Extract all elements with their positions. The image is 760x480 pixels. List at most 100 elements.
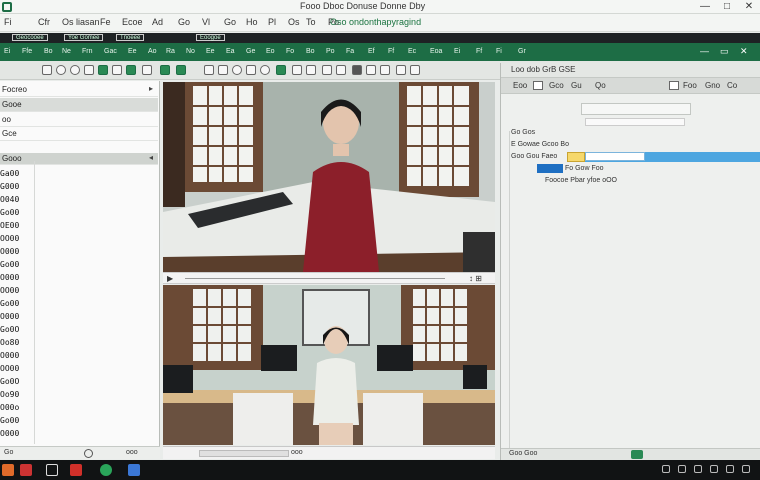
- panel-slider[interactable]: [585, 118, 685, 126]
- ribbon-item[interactable]: Eo: [264, 46, 277, 58]
- video-preview-bottom[interactable]: [163, 285, 495, 445]
- row-number[interactable]: OO00: [0, 362, 34, 375]
- play-icon[interactable]: ▶: [167, 274, 173, 283]
- menu-item[interactable]: Ho: [246, 17, 258, 27]
- ribbon-minimize-icon[interactable]: —: [700, 46, 709, 56]
- redo-icon[interactable]: [380, 65, 390, 75]
- save-icon[interactable]: [70, 65, 80, 75]
- ribbon-item[interactable]: Ei: [2, 46, 12, 58]
- layer-icon[interactable]: [176, 65, 186, 75]
- ribbon-item[interactable]: Ne: [60, 46, 73, 58]
- row-number[interactable]: Go0O: [0, 323, 34, 336]
- pen-icon[interactable]: [218, 65, 228, 75]
- eraser-icon[interactable]: [292, 65, 302, 75]
- chat-icon[interactable]: [100, 464, 112, 476]
- tab[interactable]: Geocooee: [12, 34, 48, 41]
- row-number[interactable]: O000: [0, 310, 34, 323]
- cut-icon[interactable]: [142, 65, 152, 75]
- panel-tool[interactable]: Qo: [595, 81, 606, 90]
- doc-icon[interactable]: [128, 464, 140, 476]
- close-button[interactable]: ✕: [738, 0, 760, 14]
- tray-icon[interactable]: [726, 465, 734, 473]
- ribbon-item[interactable]: Ff: [474, 46, 484, 58]
- ribbon-item[interactable]: Fo: [284, 46, 296, 58]
- tab[interactable]: Tnoeee: [116, 34, 145, 41]
- row-number[interactable]: Oo80: [0, 336, 34, 349]
- panel-tool[interactable]: Foo: [683, 81, 697, 90]
- menu-item[interactable]: Go: [224, 17, 236, 27]
- folder-icon[interactable]: [20, 464, 32, 476]
- menu-item[interactable]: Vl: [202, 17, 210, 27]
- resize-icon[interactable]: ↕ ⊞: [469, 274, 482, 283]
- panel-collapse-icon[interactable]: ▸: [144, 84, 158, 96]
- panel-row[interactable]: Focreo: [0, 83, 158, 97]
- ribbon-item[interactable]: Ff: [386, 46, 396, 58]
- ribbon-item[interactable]: Ei: [452, 46, 462, 58]
- grid-icon[interactable]: [336, 65, 346, 75]
- row-number[interactable]: Oo90: [0, 388, 34, 401]
- stop-icon[interactable]: [112, 65, 122, 75]
- panel-tool[interactable]: Co: [727, 81, 737, 90]
- circle-icon[interactable]: [232, 65, 242, 75]
- ribbon-item[interactable]: Ea: [224, 46, 237, 58]
- tab[interactable]: Eoogoe: [196, 34, 225, 41]
- panel-row[interactable]: Gooe: [0, 98, 158, 112]
- panel-tool[interactable]: Gco: [549, 81, 564, 90]
- row-number[interactable]: Go00: [0, 206, 34, 219]
- panel-tool[interactable]: Eoo: [513, 81, 527, 90]
- text-icon[interactable]: [306, 65, 316, 75]
- ribbon-item[interactable]: No: [184, 46, 197, 58]
- ribbon-item[interactable]: Ee: [204, 46, 217, 58]
- align-icon[interactable]: [410, 65, 420, 75]
- crop-icon[interactable]: [322, 65, 332, 75]
- panel-selected-row[interactable]: Gooo: [0, 153, 158, 165]
- panel-row[interactable]: Gce: [0, 127, 158, 141]
- menu-item[interactable]: Go: [178, 17, 190, 27]
- tray-icon[interactable]: [678, 465, 686, 473]
- row-number[interactable]: OO00: [0, 284, 34, 297]
- row-number[interactable]: Go00: [0, 297, 34, 310]
- menu-item[interactable]: Fi: [4, 17, 12, 27]
- open-icon[interactable]: [56, 65, 66, 75]
- menu-item[interactable]: Ad: [152, 17, 163, 27]
- menu-item[interactable]: Cfr: [38, 17, 50, 27]
- new-icon[interactable]: [42, 65, 52, 75]
- paste-icon[interactable]: [160, 65, 170, 75]
- preview-scrollbar[interactable]: [199, 450, 289, 457]
- browser-icon[interactable]: [70, 464, 82, 476]
- tree-item[interactable]: Fo Gow Foo: [565, 163, 604, 175]
- ribbon-item[interactable]: Gac: [102, 46, 119, 58]
- minimize-button[interactable]: —: [694, 0, 716, 14]
- row-number[interactable]: Go00: [0, 258, 34, 271]
- selected-item[interactable]: [537, 164, 563, 173]
- panel-tool[interactable]: Gno: [705, 81, 720, 90]
- tray-icon[interactable]: [694, 465, 702, 473]
- fill-icon[interactable]: [276, 65, 286, 75]
- row-number[interactable]: O040: [0, 193, 34, 206]
- rect-icon[interactable]: [246, 65, 256, 75]
- ribbon-item[interactable]: Ee: [126, 46, 139, 58]
- row-number[interactable]: O000: [0, 427, 34, 440]
- row-number[interactable]: Ga00: [0, 167, 34, 180]
- panel-field[interactable]: [581, 103, 691, 115]
- tree-item[interactable]: E Gowae Gcoo Bo: [511, 139, 569, 151]
- row-number[interactable]: O000: [0, 349, 34, 362]
- run-icon[interactable]: [98, 65, 108, 75]
- print-icon[interactable]: [84, 65, 94, 75]
- row-number[interactable]: Go00: [0, 414, 34, 427]
- maximize-button[interactable]: □: [716, 0, 738, 14]
- timeline-track[interactable]: [185, 278, 445, 279]
- row-number[interactable]: Go0O: [0, 375, 34, 388]
- panel-row[interactable]: oo: [0, 113, 158, 127]
- menu-item[interactable]: Pl: [268, 17, 276, 27]
- menu-item[interactable]: To: [306, 17, 316, 27]
- app-icon[interactable]: [46, 464, 58, 476]
- ribbon-item[interactable]: Gr: [516, 46, 528, 58]
- ribbon-item[interactable]: Po: [324, 46, 337, 58]
- checkbox[interactable]: [669, 81, 679, 90]
- row-number[interactable]: O000: [0, 271, 34, 284]
- menu-item[interactable]: Os liasan: [62, 17, 100, 27]
- row-number[interactable]: O00o: [0, 401, 34, 414]
- ribbon-item[interactable]: Bo: [42, 46, 55, 58]
- file-icon[interactable]: [2, 464, 14, 476]
